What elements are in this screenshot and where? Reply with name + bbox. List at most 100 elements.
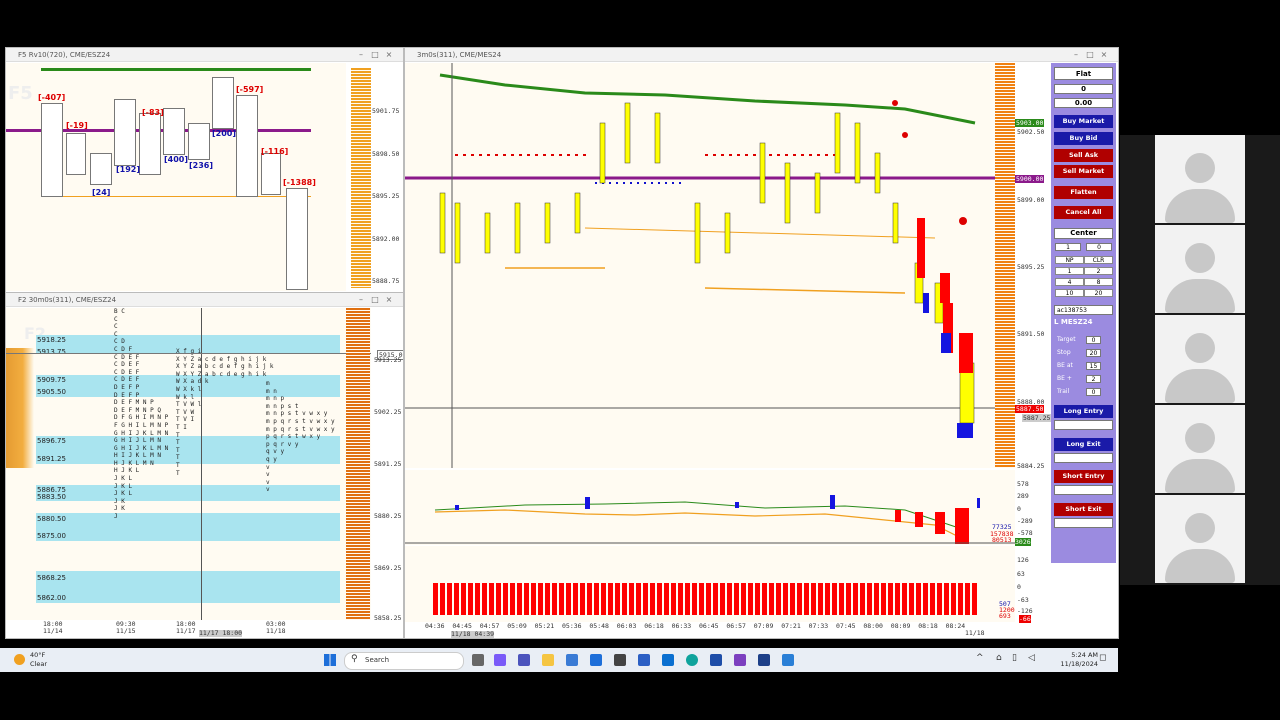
store-icon[interactable]: [566, 654, 578, 666]
be-at-field[interactable]: 15: [1086, 362, 1101, 370]
tpo-row: m n: [266, 387, 277, 395]
qty-preset-20[interactable]: 20: [1084, 289, 1113, 297]
qty-preset-clr[interactable]: CLR: [1084, 256, 1113, 264]
ind2-scale: -63: [1017, 596, 1029, 604]
flatten-button[interactable]: Flatten: [1054, 186, 1113, 199]
delta-label: [236]: [189, 161, 214, 170]
main-price-pane[interactable]: [405, 63, 1015, 468]
cancel-all-button[interactable]: Cancel All: [1054, 206, 1113, 219]
f5-titlebar[interactable]: F5 Rv10(720), CME/ESZ24: [6, 48, 403, 62]
close-button[interactable]: ×: [383, 48, 395, 62]
clock-time[interactable]: 5:24 AM: [1058, 651, 1098, 659]
app-icon[interactable]: [638, 654, 650, 666]
tpo-row: C: [114, 315, 118, 323]
be-plus-field[interactable]: 2: [1086, 375, 1101, 383]
short-exit-select[interactable]: [1054, 518, 1113, 528]
long-entry-button[interactable]: Long Entry: [1054, 405, 1113, 418]
system-tray-chevron-icon[interactable]: ^: [976, 653, 984, 663]
time-tick: 07:33: [808, 622, 829, 630]
buy-market-button[interactable]: Buy Market: [1054, 115, 1113, 128]
long-entry-select[interactable]: [1054, 420, 1113, 430]
tpo-row: m: [266, 380, 270, 387]
mail-icon[interactable]: [590, 654, 602, 666]
qty-spinner[interactable]: 1: [1055, 243, 1081, 251]
qty-preset-4[interactable]: 4: [1055, 278, 1084, 286]
start-button[interactable]: [324, 654, 336, 666]
delta-indicator-pane[interactable]: [405, 470, 1015, 545]
buy-bid-button[interactable]: Buy Bid: [1054, 132, 1113, 145]
volume-profile: [351, 68, 371, 288]
minimize-button[interactable]: –: [355, 48, 367, 62]
be-plus-label: BE +: [1057, 375, 1072, 382]
ind1-scale: -578: [1017, 529, 1033, 537]
close-button[interactable]: ×: [383, 293, 395, 307]
qty-preset-2[interactable]: 2: [1084, 267, 1113, 275]
qty-preset-10[interactable]: 10: [1055, 289, 1084, 297]
bar-column: [90, 153, 112, 185]
qty-right-field[interactable]: 0: [1086, 243, 1112, 251]
delta-label: [-83]: [142, 108, 164, 117]
ind1-scale: 0: [1017, 505, 1021, 513]
close-button[interactable]: ×: [1098, 48, 1110, 62]
center-button[interactable]: Center: [1054, 228, 1113, 239]
long-exit-select[interactable]: [1054, 453, 1113, 463]
notification-icon[interactable]: ◻: [1099, 653, 1106, 663]
maximize-button[interactable]: □: [369, 48, 381, 62]
ind2-tag: -66: [1019, 615, 1031, 623]
visual-studio-icon[interactable]: [734, 654, 746, 666]
trading-app-icon[interactable]: [782, 654, 794, 666]
f2-chart-area[interactable]: F2 5918.25 5913.75 5909.75 5905.50 5896.…: [6, 308, 371, 620]
participant-tile[interactable]: [1155, 135, 1245, 223]
clock-date[interactable]: 11/18/2024: [1050, 660, 1098, 668]
tpo-row: T V I: [176, 416, 195, 424]
file-explorer-icon[interactable]: [542, 654, 554, 666]
long-exit-button[interactable]: Long Exit: [1054, 438, 1113, 451]
sell-ask-button[interactable]: Sell Ask: [1054, 149, 1113, 162]
tpo-row: T: [176, 454, 180, 462]
app-icon[interactable]: [758, 654, 770, 666]
network-icon[interactable]: ⌂: [996, 653, 1002, 663]
qty-preset-8[interactable]: 8: [1084, 278, 1113, 286]
target-field[interactable]: 0: [1086, 336, 1101, 344]
minimize-button[interactable]: –: [355, 293, 367, 307]
stop-field[interactable]: 20: [1086, 349, 1101, 357]
word-icon[interactable]: [710, 654, 722, 666]
f5-chart-area[interactable]: F5 [-407] [-19] [-83] [-597] [-116] [-13…: [6, 63, 371, 291]
participant-tile[interactable]: [1155, 225, 1245, 313]
participant-tile[interactable]: [1155, 495, 1245, 583]
app-icon[interactable]: [614, 654, 626, 666]
f5-chart-window[interactable]: F5 Rv10(720), CME/ESZ24 – □ × F5 [-407] …: [5, 47, 404, 294]
short-exit-button[interactable]: Short Exit: [1054, 503, 1113, 516]
main-title: 3m0s(311), CME/MES24: [417, 51, 502, 59]
main-chart-window[interactable]: 3m0s(311), CME/MES24 – □ × 5903.00 5902.…: [404, 47, 1119, 639]
sell-market-button[interactable]: Sell Market: [1054, 165, 1113, 178]
weather-icon[interactable]: [14, 654, 25, 665]
qty-preset-np[interactable]: NP: [1055, 256, 1084, 264]
volume-icon[interactable]: ◁: [1028, 653, 1035, 663]
tpo-row: C D E F: [114, 353, 140, 361]
minimize-button[interactable]: –: [1070, 48, 1082, 62]
search-box[interactable]: ⚲ Search: [344, 652, 464, 670]
tpo-row: m n p s t: [266, 402, 299, 410]
participant-tile[interactable]: [1155, 315, 1245, 403]
main-titlebar[interactable]: 3m0s(311), CME/MES24: [405, 48, 1118, 62]
teams-icon[interactable]: [518, 654, 530, 666]
account-select[interactable]: ac138753: [1054, 305, 1113, 315]
trail-field[interactable]: 0: [1086, 388, 1101, 396]
participant-tile[interactable]: [1155, 405, 1245, 493]
battery-icon[interactable]: ▯: [1012, 653, 1017, 663]
edge-icon[interactable]: [686, 654, 698, 666]
maximize-button[interactable]: □: [369, 293, 381, 307]
qty-preset-1[interactable]: 1: [1055, 267, 1084, 275]
short-entry-select[interactable]: [1054, 485, 1113, 495]
maximize-button[interactable]: □: [1084, 48, 1096, 62]
volume-indicator-pane[interactable]: [405, 546, 1015, 622]
tpo-row: D E F M N P Q: [114, 406, 161, 414]
copilot-icon[interactable]: [494, 654, 506, 666]
short-entry-button[interactable]: Short Entry: [1054, 470, 1113, 483]
f2-chart-window[interactable]: F2 30m0s(311), CME/ESZ24 – □ × F2 5918.2…: [5, 292, 404, 639]
task-view-icon[interactable]: [472, 654, 484, 666]
f2-titlebar[interactable]: F2 30m0s(311), CME/ESZ24: [6, 293, 403, 307]
outlook-icon[interactable]: [662, 654, 674, 666]
price-tick: 5913.25: [374, 356, 402, 364]
